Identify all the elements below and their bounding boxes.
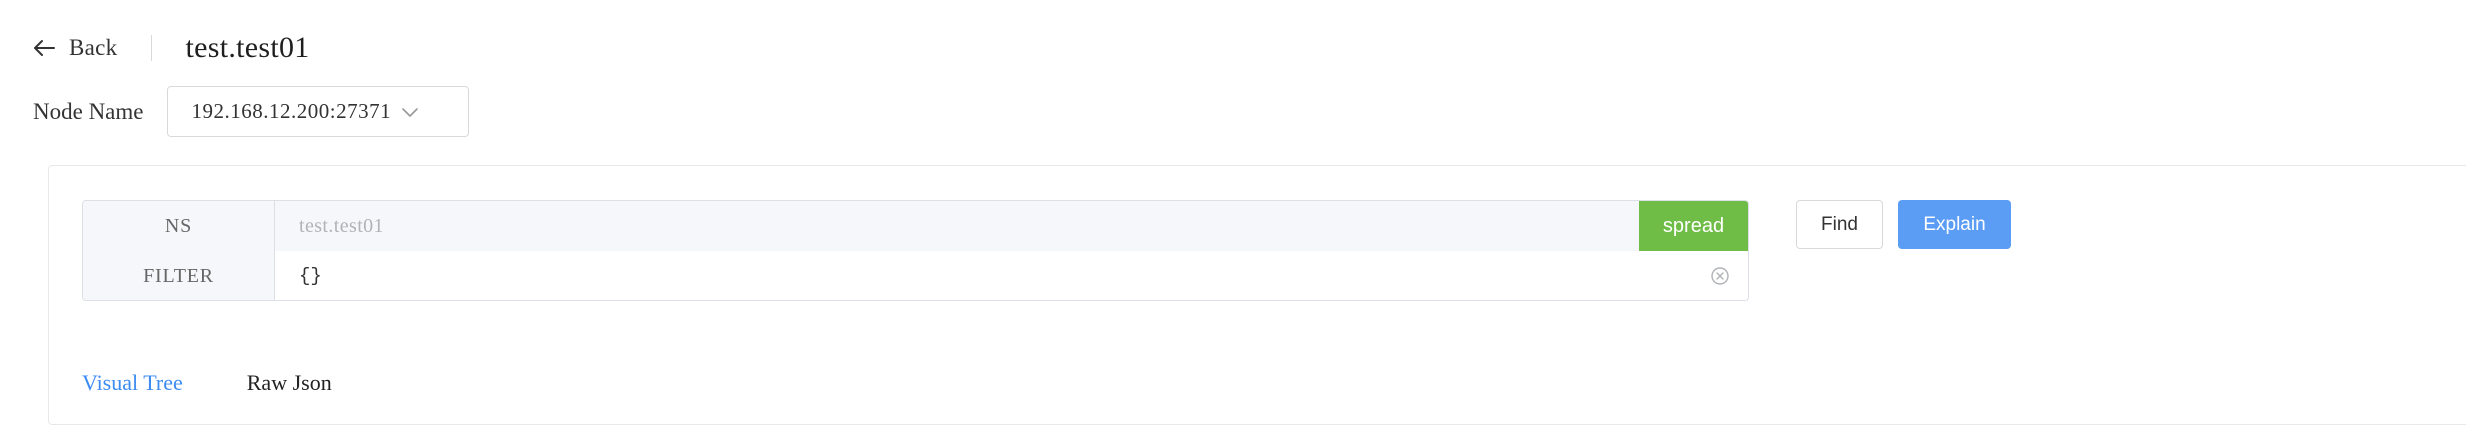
tab-visual-tree[interactable]: Visual Tree xyxy=(82,370,183,396)
page-title: test.test01 xyxy=(185,31,310,64)
filter-value: {} xyxy=(299,265,322,287)
node-name-row: Node Name 192.168.12.200:27371 xyxy=(33,86,469,137)
filter-label: FILTER xyxy=(83,251,275,300)
ns-label: NS xyxy=(83,201,275,251)
filter-input[interactable]: {} xyxy=(275,251,1748,300)
header-divider xyxy=(151,35,153,61)
query-form: NS test.test01 spread FILTER {} xyxy=(82,200,1749,301)
arrow-left-icon xyxy=(33,39,55,57)
back-label: Back xyxy=(69,35,118,60)
node-name-select[interactable]: 192.168.12.200:27371 xyxy=(166,86,469,137)
explain-button[interactable]: Explain xyxy=(1898,200,2011,249)
chevron-down-icon xyxy=(401,106,419,118)
clear-circle-icon[interactable] xyxy=(1710,266,1730,286)
node-name-label: Node Name xyxy=(33,98,144,124)
tab-raw-json[interactable]: Raw Json xyxy=(247,370,332,396)
filter-row: FILTER {} xyxy=(83,251,1748,300)
find-button[interactable]: Find xyxy=(1796,200,1883,249)
back-button[interactable]: Back xyxy=(33,35,117,61)
spread-button[interactable]: spread xyxy=(1639,201,1748,251)
node-name-value: 192.168.12.200:27371 xyxy=(191,99,392,123)
ns-row: NS test.test01 spread xyxy=(83,201,1748,252)
page-header: Back test.test01 xyxy=(33,26,310,70)
ns-input: test.test01 xyxy=(275,201,1639,251)
result-tabs: Visual Tree Raw Json xyxy=(82,368,332,398)
